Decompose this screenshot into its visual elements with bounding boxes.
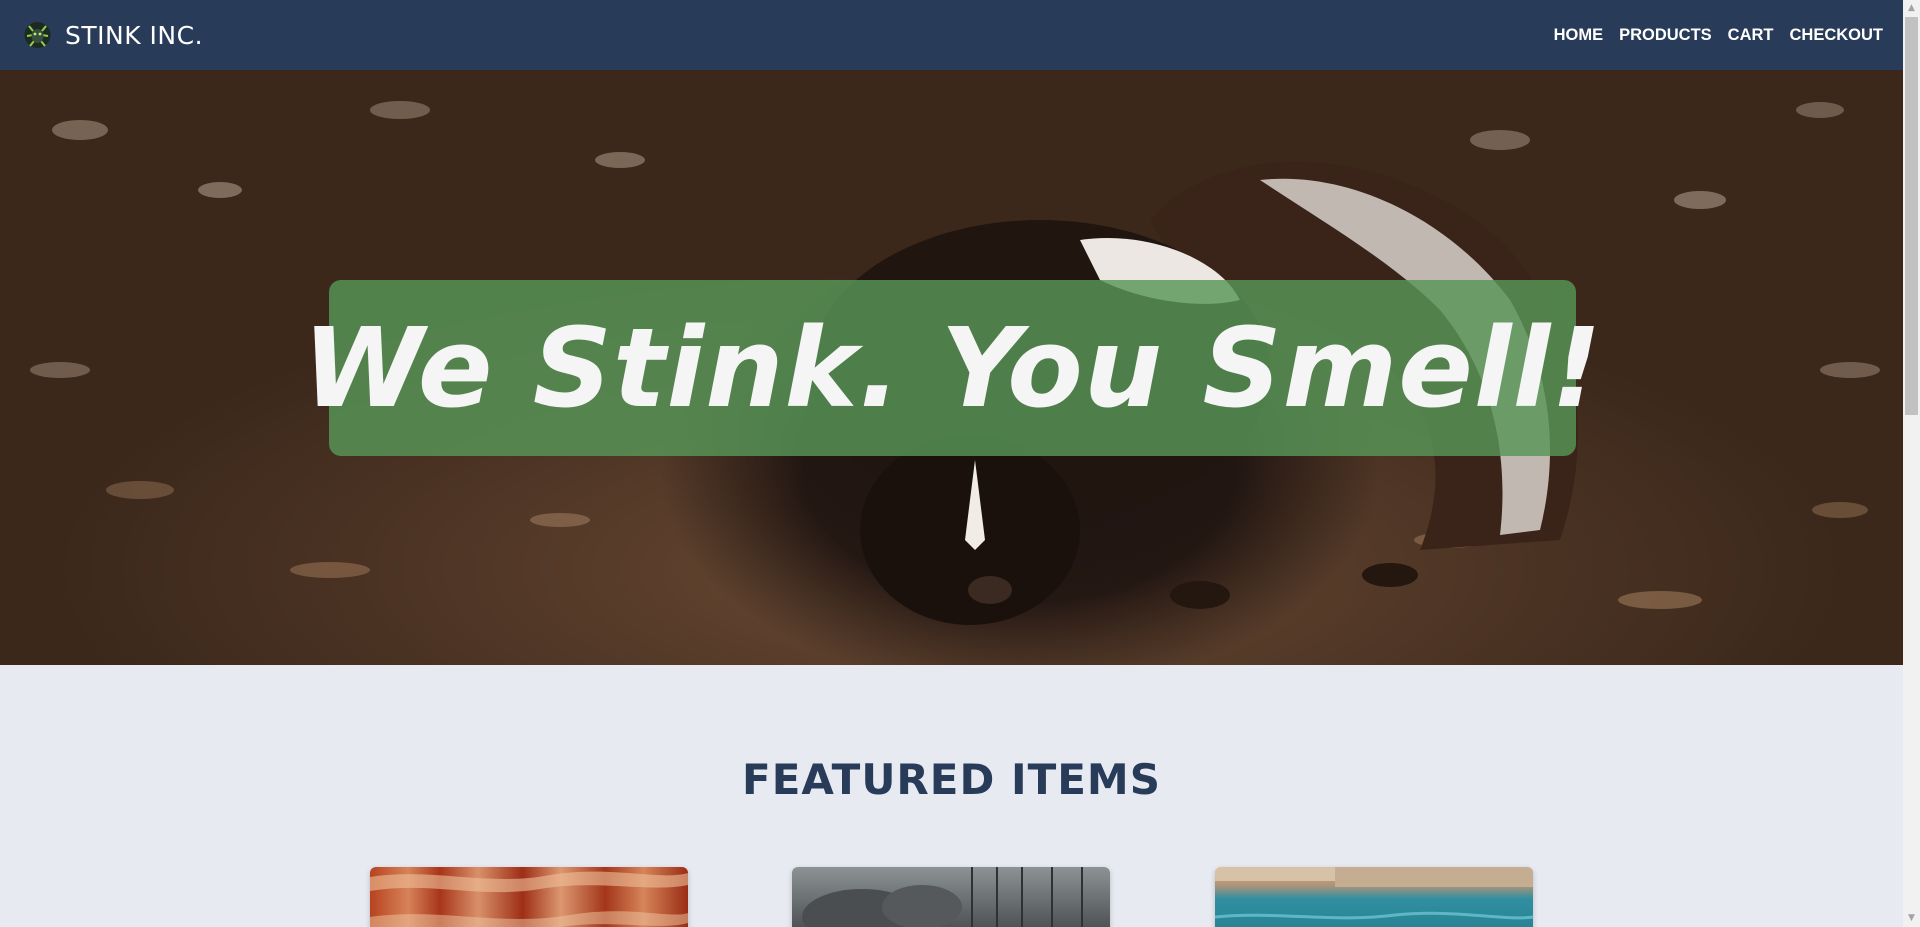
featured-card-bacon[interactable] xyxy=(370,867,688,927)
scroll-up-arrow-icon[interactable]: ▲ xyxy=(1903,0,1920,17)
brand[interactable]: STINK INC. xyxy=(22,18,203,52)
nav-checkout[interactable]: CHECKOUT xyxy=(1790,26,1884,45)
brand-name: STINK INC. xyxy=(65,20,204,50)
main-nav: HOME PRODUCTS CART CHECKOUT xyxy=(1538,0,1883,70)
skunk-logo-icon xyxy=(24,22,51,48)
nav-home[interactable]: HOME xyxy=(1554,26,1604,45)
smoke-forest-photo xyxy=(802,867,1083,927)
nav-products[interactable]: PRODUCTS xyxy=(1619,26,1712,45)
featured-card-pool[interactable] xyxy=(1215,867,1533,927)
featured-card-smoke[interactable] xyxy=(792,867,1110,927)
hero-banner: We Stink. You Smell! xyxy=(303,280,1601,456)
scroll-thumb[interactable] xyxy=(1905,17,1918,415)
featured-items-title: FEATURED ITEMS xyxy=(742,755,1161,804)
nav-cart[interactable]: CART xyxy=(1728,26,1774,45)
hero-image: We Stink. You Smell! xyxy=(0,70,1903,665)
page-scrollbar[interactable]: ▲ ▼ xyxy=(1903,0,1920,927)
bacon-photo xyxy=(370,871,688,927)
pool-photo xyxy=(1215,867,1533,920)
navbar: STINK INC. HOME PRODUCTS CART CHECKOUT xyxy=(0,0,1903,70)
scroll-down-arrow-icon[interactable]: ▼ xyxy=(1903,910,1920,927)
hero-tagline: We Stink. You Smell! xyxy=(302,304,1603,432)
